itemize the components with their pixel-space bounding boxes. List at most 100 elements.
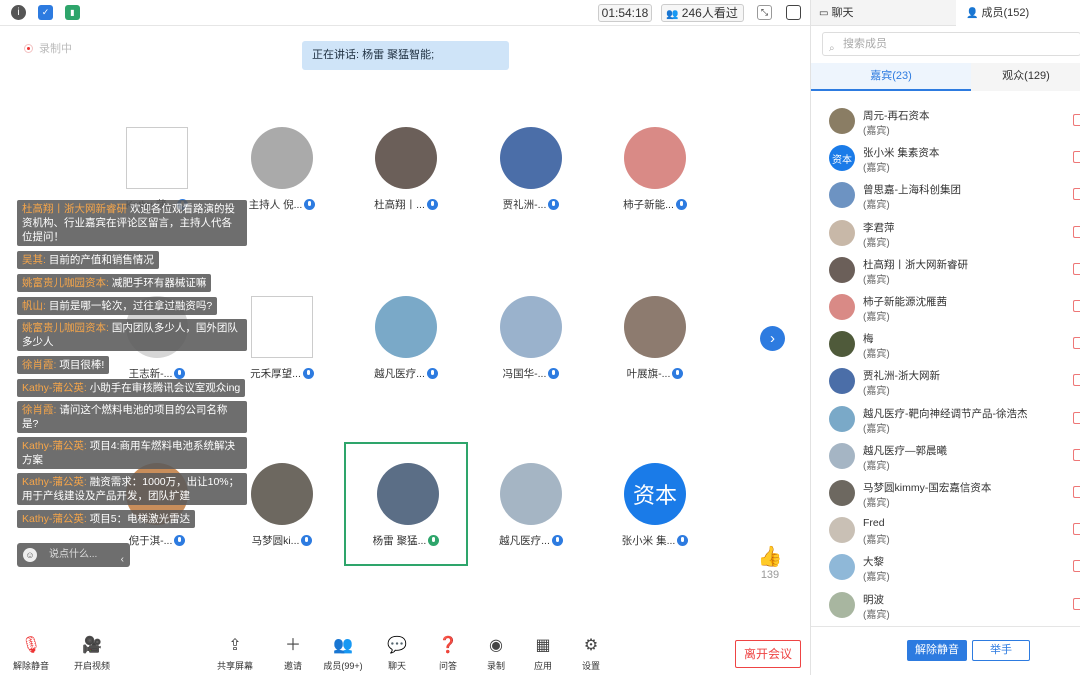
start-video-button[interactable]: 🎥 开启视频 [67, 636, 117, 672]
info-icon[interactable]: i [11, 5, 26, 20]
member-action-icon[interactable] [1073, 597, 1080, 610]
participant-tile[interactable]: 冯国华-... [469, 296, 593, 420]
member-row[interactable]: 杜高翔丨浙大网新睿研 (嘉宾) [811, 253, 1080, 290]
signal-icon[interactable]: ▮ [65, 5, 80, 20]
member-row[interactable]: 资本 张小米 集素资本 (嘉宾) [811, 141, 1080, 178]
chat-bubble: 徐肖霞: 请问这个燃料电池的项目的公司名称是? [17, 401, 247, 433]
chat-bubble: 杜高翔丨浙大网新睿研 欢迎各位观看路演的投资机构、行业嘉宾在评论区留言，主持人代各… [17, 200, 247, 246]
qa-button[interactable]: ❓ 问答 [423, 636, 473, 672]
member-row[interactable]: 李君萍 (嘉宾) [811, 216, 1080, 253]
share-screen-icon: ⇪ [228, 637, 242, 654]
member-row[interactable]: 马梦圆kimmy-国宏嘉信资本 (嘉宾) [811, 476, 1080, 513]
raise-hand-button[interactable]: 举手 [972, 640, 1030, 661]
participant-name: 越凡医疗... [469, 533, 593, 548]
sidebar-toggle-icon[interactable] [786, 5, 801, 20]
member-action-icon[interactable] [1073, 337, 1080, 350]
emoji-icon[interactable]: ☺ [23, 548, 37, 562]
avatar-text-icon: 资本 [624, 463, 686, 525]
participant-tile[interactable]: 柿子新能... [593, 127, 717, 251]
member-action-icon[interactable] [1073, 411, 1080, 424]
chat-input[interactable]: ☺ 说点什么... ‹ [17, 543, 130, 567]
unmute-button[interactable]: 🎙 解除静音 [6, 636, 56, 672]
member-row[interactable]: 曾思嘉-上海科创集团 (嘉宾) [811, 178, 1080, 215]
avatar-icon [251, 463, 313, 525]
search-input[interactable]: ⌕ 搜索成员 [822, 32, 1080, 56]
unmute-all-button[interactable]: 解除静音 [907, 640, 967, 661]
participant-tile[interactable]: 叶展旗-... [593, 296, 717, 420]
member-subtabs: 嘉宾(23) 观众(129) [811, 63, 1080, 91]
tab-guests[interactable]: 嘉宾(23) [811, 63, 971, 91]
tab-chat[interactable]: ▭ 聊天 [811, 0, 956, 26]
member-row[interactable]: 柿子新能源沈雁茜 (嘉宾) [811, 290, 1080, 327]
member-action-icon[interactable] [1073, 151, 1080, 164]
member-action-icon[interactable] [1073, 523, 1080, 536]
people-icon: 👥 [666, 9, 679, 20]
next-page-button[interactable]: › [760, 326, 785, 351]
apps-icon: ▦ [535, 637, 551, 654]
member-row[interactable]: 梅 (嘉宾) [811, 327, 1080, 364]
participant-name-text: 越凡医疗... [499, 535, 550, 547]
participant-tile[interactable]: 贾礼洲-... [469, 127, 593, 251]
mic-icon [174, 535, 186, 546]
share-screen-button[interactable]: ⇪ 共享屏幕 [210, 636, 260, 672]
member-role: (嘉宾) [863, 200, 890, 212]
member-row[interactable]: 越凡医疗-靶向神经调节产品-徐浩杰 (嘉宾) [811, 402, 1080, 439]
member-avatar [829, 517, 855, 544]
member-role: (嘉宾) [863, 423, 890, 435]
member-row[interactable]: 贾礼洲-浙大网新 (嘉宾) [811, 364, 1080, 401]
member-action-icon[interactable] [1073, 486, 1080, 498]
member-action-icon[interactable] [1073, 262, 1080, 275]
leave-meeting-button[interactable]: 离开会议 [735, 640, 801, 668]
participant-tile[interactable]: 杜高翔丨... [344, 127, 468, 251]
member-action-icon[interactable] [1073, 114, 1080, 126]
chat-bubble: 徐肖霞: 项目很棒! [17, 356, 110, 374]
chat-overlay: 杜高翔丨浙大网新睿研 欢迎各位观看路演的投资机构、行业嘉宾在评论区留言，主持人代各… [17, 200, 249, 532]
member-action-icon[interactable] [1073, 225, 1080, 238]
avatar-icon [377, 463, 439, 525]
participant-tile[interactable]: 杨雷 聚猛... [344, 442, 468, 566]
tab-members-label: 成员(152) [981, 7, 1030, 19]
member-row[interactable]: Fred (嘉宾) [811, 513, 1080, 550]
chat-sender: 吴其: [22, 254, 46, 266]
member-name: 梅 [863, 333, 874, 346]
participant-name-text: 倪于淇-... [128, 535, 173, 547]
member-action-icon[interactable] [1073, 560, 1080, 573]
member-name: 越凡医疗-靶向神经调节产品-徐浩杰 [863, 407, 1028, 420]
viewers-button[interactable]: 👥 246人看过 [661, 4, 744, 22]
mic-icon [302, 368, 314, 379]
member-avatar [829, 591, 855, 618]
member-row[interactable]: 明波 (嘉宾) [811, 588, 1080, 622]
member-row[interactable]: 大黎 (嘉宾) [811, 550, 1080, 587]
member-avatar [829, 368, 855, 395]
participant-tile[interactable]: 越凡医疗... [344, 296, 468, 420]
participant-tile[interactable]: 资本 张小米 集... [593, 463, 717, 587]
settings-button[interactable]: ⚙ 设置 [566, 636, 616, 672]
tab-guests-label: 嘉宾(23) [870, 70, 912, 82]
members-button[interactable]: 👥 成员(99+) [318, 636, 368, 672]
record-button[interactable]: ◉ 录制 [471, 636, 521, 672]
member-role: (嘉宾) [863, 460, 890, 472]
member-row[interactable]: 周元-再石资本 (嘉宾) [811, 104, 1080, 141]
avatar-icon [251, 127, 313, 189]
member-name: 贾礼洲-浙大网新 [863, 370, 940, 383]
member-action-icon[interactable] [1073, 188, 1080, 201]
tab-audience[interactable]: 观众(129) [971, 63, 1080, 91]
member-action-icon[interactable] [1073, 374, 1080, 387]
shield-icon[interactable]: ✓ [38, 5, 53, 20]
apps-button[interactable]: ▦ 应用 [518, 636, 568, 672]
member-role: (嘉宾) [863, 163, 890, 175]
chat-button[interactable]: 💬 聊天 [372, 636, 422, 672]
fullscreen-exit-icon[interactable]: ⤡ [757, 5, 772, 20]
chat-text: 小助手在审核腾讯会议室观众ing [89, 382, 241, 394]
member-action-icon[interactable] [1073, 448, 1080, 461]
member-action-icon[interactable] [1073, 300, 1080, 312]
mic-icon [426, 368, 438, 379]
toolbar-label: 共享屏幕 [216, 661, 253, 671]
member-row[interactable]: 越凡医疗—郭晨曦 (嘉宾) [811, 439, 1080, 476]
invite-button[interactable]: ＋ 邀请 [268, 636, 318, 672]
collapse-chevron-icon[interactable]: ‹ [121, 548, 124, 572]
tab-members[interactable]: 👤 成员(152) [956, 0, 1080, 26]
like-button[interactable]: 👍 139 [755, 544, 785, 581]
participant-tile[interactable]: 越凡医疗... [469, 463, 593, 587]
participant-name-text: 主持人 倪... [248, 199, 303, 211]
